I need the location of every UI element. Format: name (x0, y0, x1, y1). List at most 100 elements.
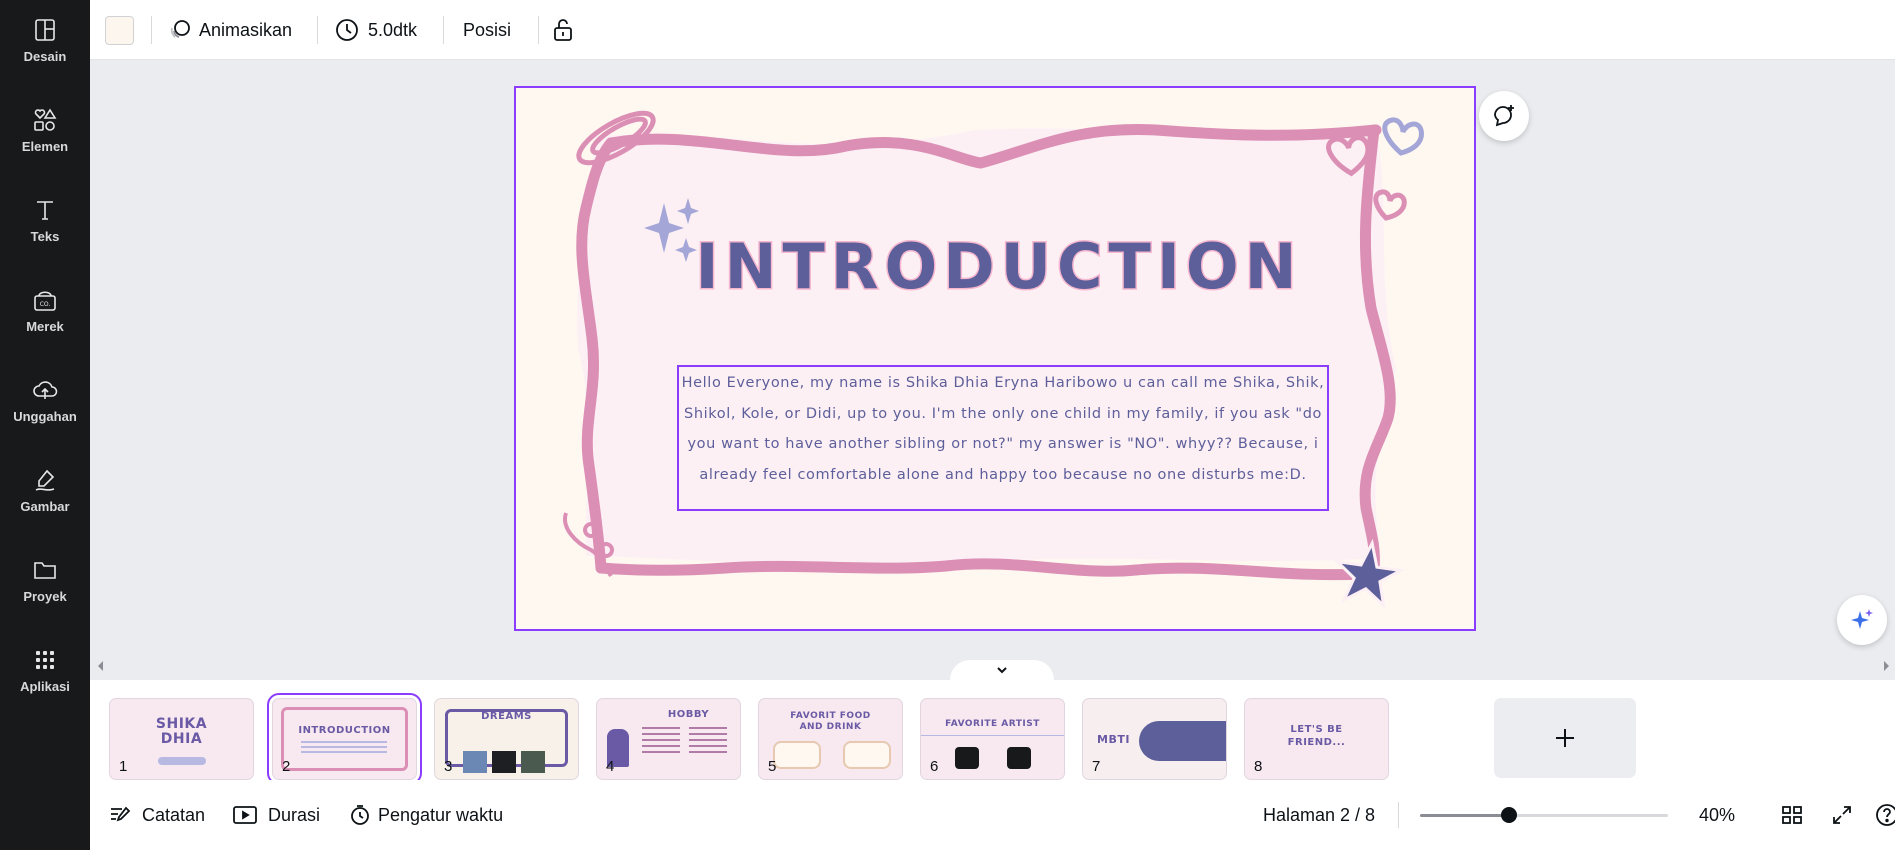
animate-icon (170, 20, 190, 38)
duration-label: 5.0dtk (368, 19, 418, 40)
timer-label: Pengatur waktu (378, 804, 504, 825)
sparkle-icon (1851, 609, 1873, 629)
duration-button[interactable]: 5.0dtk (334, 10, 417, 50)
zoom-level-button[interactable]: 40% (1699, 800, 1735, 830)
fullscreen-button[interactable] (1830, 800, 1854, 830)
page-number: 4 (606, 758, 615, 775)
page-thumbnail-6[interactable]: FAVORITE ARTIST 6 (920, 698, 1065, 780)
page-thumbnail-4[interactable]: HOBBY 4 (596, 698, 741, 780)
sidebar-item-proyek[interactable]: Proyek (0, 540, 90, 620)
shapes-icon (34, 107, 57, 131)
thumbnail-box (773, 741, 821, 769)
zoom-slider[interactable] (1420, 804, 1668, 826)
page-indicator[interactable]: Halaman 2 / 8 (1263, 800, 1375, 830)
sidebar-item-label: Elemen (21, 138, 69, 154)
sidebar-item-label: Aplikasi (20, 678, 70, 694)
thumbnail-title: DREAMS (481, 711, 532, 722)
slide: INTRODUCTION Hello Everyone, my name is … (516, 88, 1474, 629)
thumbnail-title: MBTI (1097, 733, 1130, 746)
bottom-bar: Catatan Durasi Pengatur waktu Halaman 2 … (90, 780, 1895, 850)
page-thumbnail-2[interactable]: INTRODUCTION 2 (267, 693, 422, 785)
help-button[interactable] (1875, 800, 1895, 830)
page-thumbnail-7[interactable]: MBTI 7 (1082, 698, 1227, 780)
notes-button[interactable]: Catatan (108, 800, 205, 830)
scroll-right-icon[interactable] (1881, 660, 1891, 672)
thumbnail-text-lines (642, 727, 680, 729)
help-icon (1876, 804, 1895, 826)
zoom-label: 40% (1699, 804, 1736, 825)
sidebar-item-gambar[interactable]: Gambar (0, 450, 90, 530)
page-thumbnail-3[interactable]: DREAMS 3 (434, 698, 579, 780)
unlock-icon (554, 19, 572, 41)
left-sidebar: Desain Elemen Teks CO. Merek Unggahan Ga… (0, 0, 90, 850)
page-number: 8 (1254, 758, 1263, 775)
slide-canvas[interactable]: INTRODUCTION Hello Everyone, my name is … (514, 86, 1476, 631)
intro-textbox[interactable]: Hello Everyone, my name is Shika Dhia Er… (677, 365, 1329, 511)
divider (443, 16, 444, 44)
clock-icon (336, 19, 358, 41)
comment-add-icon (1494, 105, 1514, 127)
page-number: 6 (930, 758, 939, 775)
sidebar-item-label: Desain (23, 48, 67, 64)
timer-button[interactable]: Pengatur waktu (348, 800, 503, 830)
notes-icon (111, 806, 131, 822)
thumbnail-pill (158, 757, 206, 765)
slide-title: INTRODUCTION (696, 230, 1303, 303)
thumbnail-text-lines (689, 727, 727, 729)
thumbnail-box (843, 741, 891, 769)
timer-icon (351, 805, 369, 825)
page-number: 3 (444, 758, 453, 775)
chevron-down-icon (997, 667, 1007, 674)
thumbnail-photo (521, 751, 545, 773)
sidebar-item-aplikasi[interactable]: Aplikasi (0, 630, 90, 710)
brand-icon: CO. (34, 290, 56, 311)
fullscreen-icon (1833, 806, 1851, 824)
svg-text:CO.: CO. (40, 301, 51, 308)
position-label: Posisi (463, 19, 512, 40)
thumbnail-frame (281, 707, 408, 771)
sidebar-item-label: Teks (30, 228, 60, 244)
grid-view-button[interactable] (1780, 800, 1804, 830)
page-indicator-label: Halaman 2 / 8 (1263, 804, 1376, 825)
sidebar-item-unggahan[interactable]: Unggahan (0, 360, 90, 440)
zoom-handle[interactable] (1501, 807, 1517, 823)
page-number: 7 (1092, 758, 1101, 775)
sidebar-item-label: Unggahan (13, 408, 77, 424)
upload-cloud-icon (33, 380, 58, 399)
play-icon (233, 806, 257, 824)
thumbnail-title: INTRODUCTION (298, 725, 391, 736)
folder-icon (34, 561, 56, 579)
add-page-button[interactable] (1494, 698, 1636, 778)
position-button[interactable]: Posisi (463, 10, 511, 50)
page-number: 1 (119, 758, 128, 775)
page-thumbnail-5[interactable]: FAVORIT FOOD AND DRINK 5 (758, 698, 903, 780)
divider (538, 16, 539, 44)
add-comment-button[interactable] (1479, 91, 1529, 141)
background-color-button[interactable] (105, 10, 134, 50)
sidebar-item-elemen[interactable]: Elemen (0, 90, 90, 170)
page-thumbnail-1[interactable]: SHIKA DHIA 1 (109, 698, 254, 780)
top-toolbar: Animasikan 5.0dtk Posisi (90, 0, 1895, 60)
lock-button[interactable] (550, 10, 576, 50)
notes-label: Catatan (142, 804, 206, 825)
thumbnail-title: SHIKA DHIA (155, 716, 208, 747)
sidebar-item-merek[interactable]: CO. Merek (0, 270, 90, 350)
apps-grid-icon (36, 650, 54, 669)
magic-assistant-button[interactable] (1837, 595, 1887, 645)
page-thumbnail-8[interactable]: LET'S BE FRIEND... 8 (1244, 698, 1389, 780)
duration-button[interactable]: Durasi (232, 800, 320, 830)
sidebar-item-desain[interactable]: Desain (0, 0, 90, 80)
zoom-track-fill (1420, 814, 1509, 817)
divider (1398, 802, 1399, 828)
thumbnail-photo (492, 751, 516, 773)
grid-view-icon (1782, 806, 1802, 824)
slide-artwork: INTRODUCTION (516, 88, 1474, 629)
scroll-left-icon[interactable] (96, 660, 106, 672)
animate-button[interactable]: Animasikan (167, 10, 292, 50)
sidebar-item-label: Proyek (23, 588, 67, 604)
page-number: 2 (282, 758, 291, 775)
collapse-pages-button[interactable] (950, 660, 1054, 680)
sidebar-item-label: Merek (26, 318, 64, 334)
sidebar-item-teks[interactable]: Teks (0, 180, 90, 260)
thumbnail-shape (1139, 721, 1226, 761)
